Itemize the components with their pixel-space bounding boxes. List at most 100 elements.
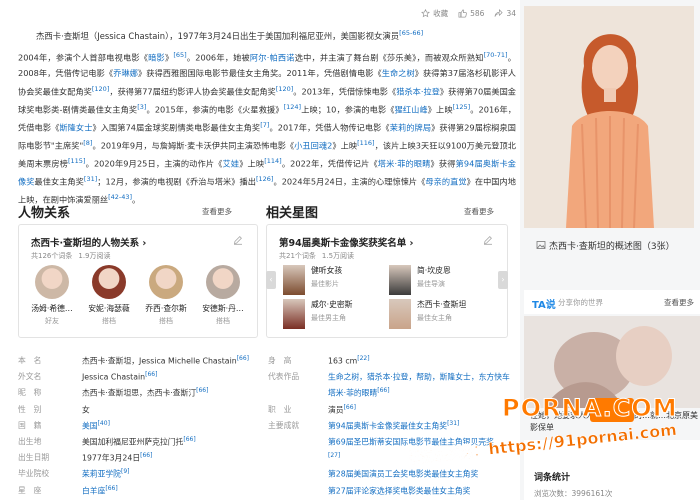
share-button[interactable]: 34 [494, 9, 516, 18]
reference-marker[interactable]: [115] [68, 157, 85, 165]
relation-person[interactable]: 乔西·查尔斯 搭档 [143, 265, 189, 326]
bio-link[interactable]: 丑回魂2 [302, 141, 332, 151]
info-value: 美国加利福尼亚州萨克拉门托[66] [82, 436, 196, 448]
info-key: 国 籍 [18, 420, 42, 430]
bio-link[interactable]: 斯隆女士 [59, 123, 92, 133]
reference-marker[interactable]: [40] [98, 420, 110, 427]
bio-link[interactable]: 本·拉登 [413, 86, 440, 96]
reference-marker[interactable]: [27] [328, 452, 340, 459]
reference-marker[interactable]: [124] [284, 103, 301, 111]
bio-link[interactable]: 猩红山峰 [395, 104, 428, 114]
info-value[interactable]: 美国[40] [82, 420, 110, 432]
star-item[interactable]: 健听女孩 最佳影片 [283, 265, 393, 295]
info-value[interactable]: 茱莉亚学院[9] [82, 468, 129, 480]
bio-text: 。2024年5月24日，主演的心理惊悚片《 [273, 176, 426, 187]
info-key: 出生地 [18, 437, 42, 446]
ta-more-link[interactable]: 查看更多 [664, 297, 694, 308]
person-relation: 搭档 [102, 317, 116, 325]
info-value[interactable]: 第27届评论家选择奖电影类最佳女主角奖 [328, 485, 470, 497]
info-value[interactable]: 生命之树，猎杀本·拉登，帮助，斯隆女士，东方快车 [328, 371, 510, 383]
stars-more-link[interactable]: 查看更多 [464, 206, 494, 217]
star-name: 健听女孩 [311, 266, 343, 275]
bio-text: 。2022年，凭借传记片《 [281, 158, 378, 169]
info-key: 主要成就 [268, 420, 300, 430]
bio-link[interactable]: 茉莉的牌局 [390, 123, 431, 133]
reference-marker[interactable]: [66] [140, 452, 152, 459]
bio-link[interactable]: 生命之树 [382, 68, 415, 78]
reference-marker[interactable]: [66] [237, 355, 249, 362]
bio-link[interactable]: 阿尔·帕西诺 [250, 53, 295, 63]
reference-marker[interactable]: [66] [377, 387, 389, 394]
reference-marker[interactable]: [70-71] [484, 51, 508, 59]
bio-link[interactable]: 母亲的直觉 [425, 177, 466, 187]
info-value[interactable]: 塔米·菲的眼睛[66] [328, 387, 390, 399]
info-key: 代表作品 [268, 372, 300, 382]
star-item[interactable]: 威尔·史密斯 最佳男主角 [283, 299, 393, 329]
info-value: [27] [328, 452, 340, 463]
carousel-prev-button[interactable]: ‹ [266, 271, 276, 289]
reference-marker[interactable]: [65-66] [399, 29, 423, 37]
stars-card-stats: 共21个词条 1.5万阅读 [279, 252, 355, 260]
info-value[interactable]: 第94届奥斯卡金像奖最佳女主角奖[31] [328, 420, 459, 432]
reference-marker[interactable]: [126] [256, 175, 273, 183]
portrait-photo[interactable] [524, 6, 694, 228]
star-item[interactable]: 简·坎皮恩 最佳导演 [389, 265, 499, 295]
edit-icon[interactable] [483, 235, 493, 245]
relations-card: 杰西卡·查斯坦的人物关系 › 共126个词条 1.9万阅读 汤姆·希德… 好友 安妮… [18, 224, 258, 338]
view-count: 浏览次数：3996161次 [534, 489, 613, 498]
stars-card-title[interactable]: 第94届奥斯卡金像奖获奖名单 › [279, 235, 413, 249]
thumbs-up-icon [458, 9, 467, 18]
reference-marker[interactable]: [31] [84, 175, 97, 183]
like-button[interactable]: 586 [458, 9, 484, 18]
bio-text: 。2015年，参演的电影《火星救援》 [146, 104, 284, 115]
reference-marker[interactable]: [22] [357, 355, 369, 362]
bio-text: 上映；10，参演的电 [301, 104, 378, 115]
edit-icon[interactable] [233, 235, 243, 245]
reference-marker[interactable]: [120] [92, 85, 109, 93]
reference-marker[interactable]: [66] [196, 387, 208, 394]
reference-marker[interactable]: [116] [357, 139, 374, 147]
reference-marker[interactable]: [66] [145, 371, 157, 378]
relation-person[interactable]: 安妮·海瑟薇 搭档 [86, 265, 132, 326]
reference-marker[interactable]: [114] [264, 157, 281, 165]
ta-share-header: TA说 分享你的世界 查看更多 [524, 290, 700, 314]
portrait-image [524, 6, 694, 228]
relations-more-link[interactable]: 查看更多 [202, 206, 232, 217]
bio-link[interactable]: 乔琳娜 [113, 68, 138, 78]
person-relation: 好友 [45, 317, 59, 325]
bio-link[interactable]: 塔米·菲的眼睛 [378, 159, 431, 169]
bio-link[interactable]: 猎杀 [396, 86, 412, 96]
avatar [92, 265, 126, 299]
reference-marker[interactable]: [66] [344, 404, 356, 411]
info-value[interactable]: 白羊座[66] [82, 485, 118, 497]
star-icon [421, 9, 431, 18]
reference-marker[interactable]: [42-43] [108, 193, 132, 201]
bio-link[interactable]: 艾娃 [223, 159, 240, 169]
relations-card-title[interactable]: 杰西卡·查斯坦的人物关系 › [31, 235, 146, 249]
carousel-next-button[interactable]: › [498, 271, 508, 289]
info-key: 本 名 [18, 356, 42, 365]
photo-caption[interactable]: 杰西卡·查斯坦的概述图（3张） [536, 240, 694, 255]
collect-button[interactable]: 收藏 [421, 8, 448, 19]
reference-marker[interactable]: [120] [276, 85, 293, 93]
bio-link[interactable]: 暗影 [148, 53, 165, 63]
info-key: 性 别 [18, 404, 42, 414]
reference-marker[interactable]: [125] [453, 103, 470, 111]
reference-marker[interactable]: [66] [105, 485, 117, 492]
bio-text: 。 [132, 195, 141, 206]
ta-logo: TA说 [532, 300, 556, 311]
relation-person[interactable]: 汤姆·希德… 好友 [29, 265, 75, 326]
info-key: 毕业院校 [18, 469, 50, 479]
bio-text: ，获得第77届纽约影评人协会奖最佳女配角奖 [109, 86, 276, 97]
bio-text: 选中，并主演了舞台剧《莎乐美》，而被观众所 [294, 52, 467, 63]
info-value-text: 生命之树，猎杀本·拉登，帮助，斯隆女士，东方快车 [328, 372, 510, 382]
relation-person[interactable]: 安德斯·丹… 搭档 [200, 265, 246, 326]
avatar [206, 265, 240, 299]
bio-text: 米》播出 [222, 176, 256, 187]
star-item[interactable]: 杰西卡·查斯坦 最佳女主角 [389, 299, 499, 329]
reference-marker[interactable]: [31] [447, 420, 459, 427]
reference-marker[interactable]: [65] [173, 51, 186, 59]
info-value[interactable]: 第28届美国演员工会奖电影类最佳女主角奖 [328, 468, 478, 480]
reference-marker[interactable]: [66] [183, 436, 195, 443]
reference-marker[interactable]: [9] [121, 468, 130, 475]
